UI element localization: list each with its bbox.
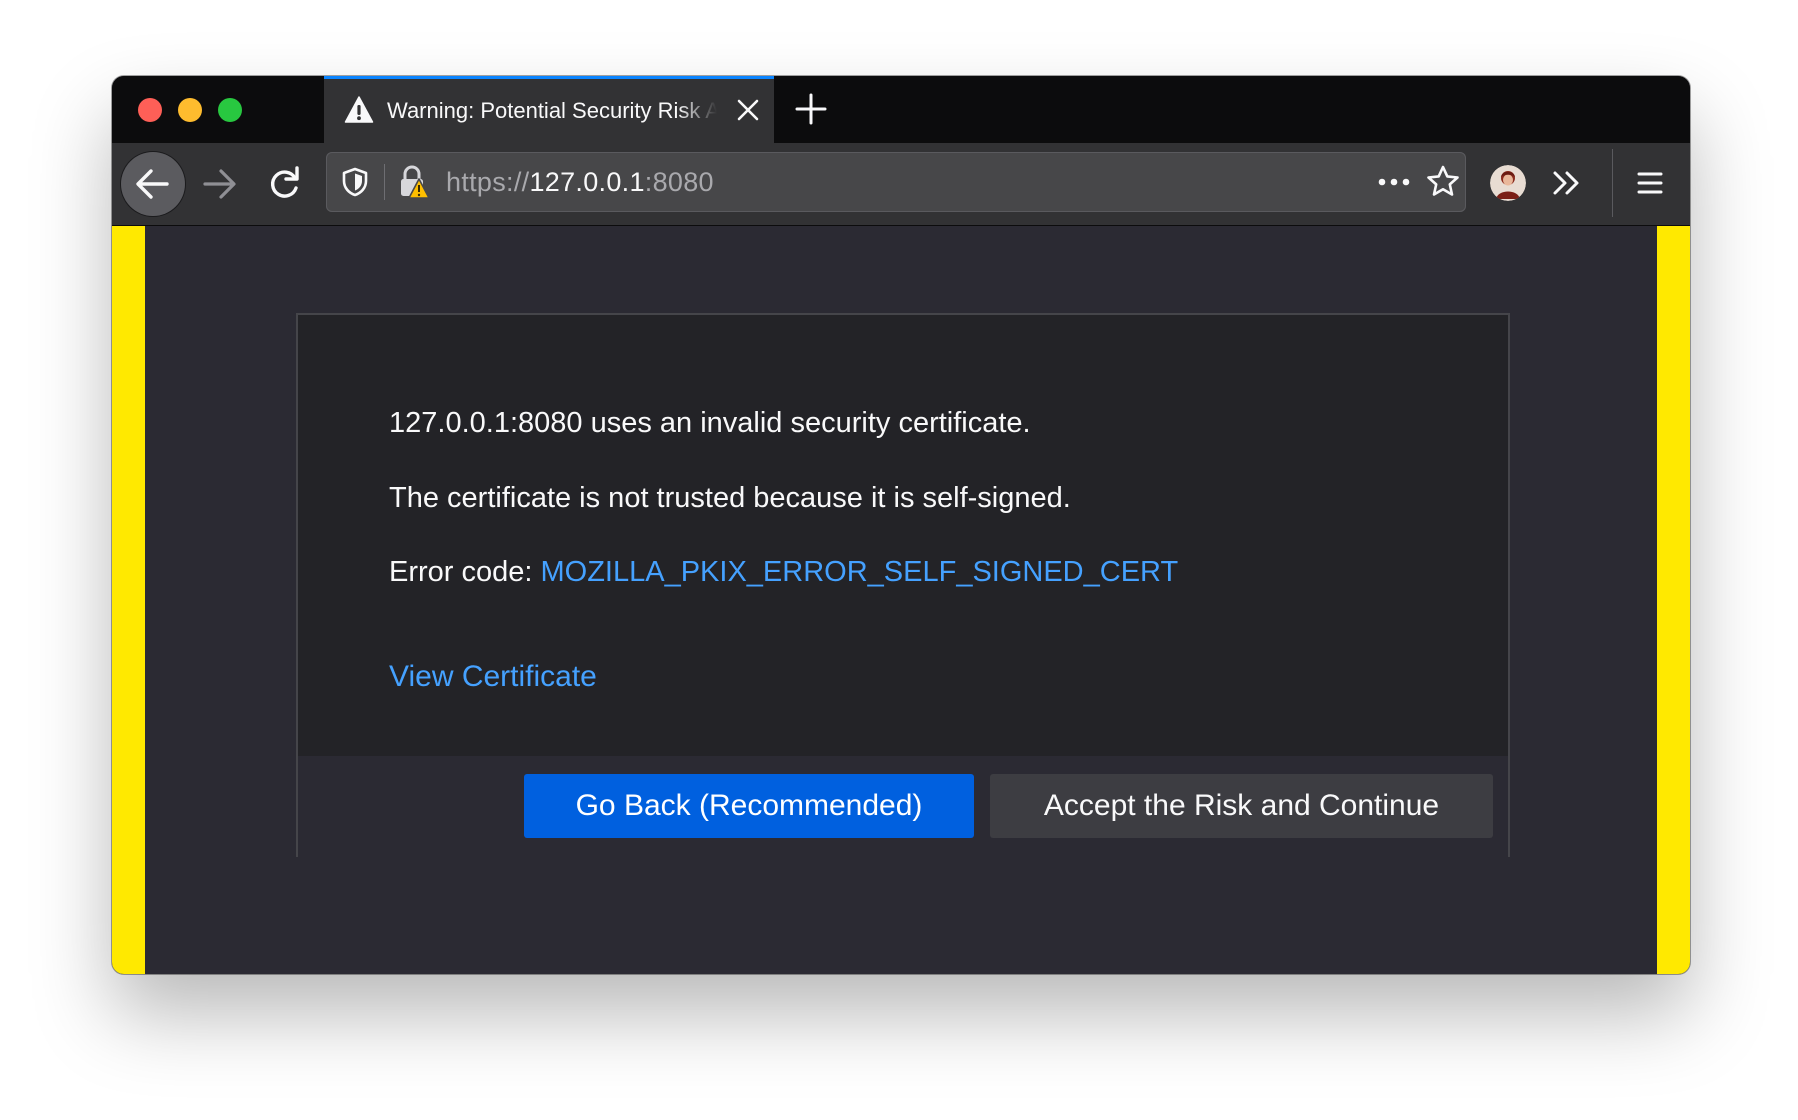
account-avatar[interactable] <box>1490 165 1526 201</box>
url-bar[interactable]: https://127.0.0.1:8080 <box>326 152 1466 212</box>
bookmark-star-icon[interactable] <box>1424 163 1462 201</box>
self-signed-message: The certificate is not trusted because i… <box>389 482 1071 514</box>
browser-window: Warning: Potential Security Risk Ahead <box>112 76 1690 974</box>
accept-risk-button[interactable]: Accept the Risk and Continue <box>990 774 1493 838</box>
close-icon[interactable] <box>735 97 761 123</box>
warning-stripe-right <box>1657 226 1690 974</box>
url-host: 127.0.0.1 <box>529 167 645 197</box>
chevron-double-right-icon[interactable] <box>1546 163 1586 203</box>
back-button[interactable] <box>121 152 185 216</box>
urlbar-separator <box>384 164 385 200</box>
button-bar: Go Back (Recommended) Accept the Risk an… <box>298 756 1508 857</box>
advanced-panel: 127.0.0.1:8080 uses an invalid security … <box>296 313 1510 857</box>
url-scheme: https:// <box>446 167 530 197</box>
tracking-protection-shield-icon[interactable] <box>338 165 372 199</box>
error-code-link[interactable]: MOZILLA_PKIX_ERROR_SELF_SIGNED_CERT <box>541 556 1179 588</box>
warning-stripe-left <box>112 226 145 974</box>
toolbar-separator <box>1612 149 1613 217</box>
insecure-lock-warning-icon[interactable] <box>396 164 430 200</box>
error-code-label: Error code: <box>389 556 541 588</box>
url-port: :8080 <box>644 167 714 197</box>
warning-icon <box>344 95 374 125</box>
error-code-line: Error code: MOZILLA_PKIX_ERROR_SELF_SIGN… <box>389 556 1178 589</box>
forward-button[interactable] <box>187 152 251 216</box>
url-text[interactable]: https://127.0.0.1:8080 <box>446 167 714 198</box>
tab-active[interactable]: Warning: Potential Security Risk Ahead <box>324 76 774 143</box>
window-minimize-button[interactable] <box>178 98 202 122</box>
page-actions-ellipsis-icon[interactable] <box>1374 166 1414 198</box>
reload-icon <box>270 166 299 198</box>
reload-button[interactable] <box>252 152 316 216</box>
arrow-left-icon <box>136 169 169 199</box>
tab-title: Warning: Potential Security Risk Ahead <box>387 98 717 123</box>
plus-icon[interactable] <box>792 90 830 128</box>
window-close-button[interactable] <box>138 98 162 122</box>
navigation-toolbar: https://127.0.0.1:8080 <box>112 143 1690 226</box>
view-certificate-link[interactable]: View Certificate <box>389 660 597 694</box>
tab-strip: Warning: Potential Security Risk Ahead <box>112 76 1690 143</box>
window-zoom-button[interactable] <box>218 98 242 122</box>
hamburger-menu-icon[interactable] <box>1630 163 1670 203</box>
page-content: 127.0.0.1:8080 uses an invalid security … <box>112 226 1690 974</box>
arrow-right-icon <box>203 169 236 199</box>
invalid-cert-message: 127.0.0.1:8080 uses an invalid security … <box>389 407 1031 439</box>
go-back-button[interactable]: Go Back (Recommended) <box>524 774 974 838</box>
